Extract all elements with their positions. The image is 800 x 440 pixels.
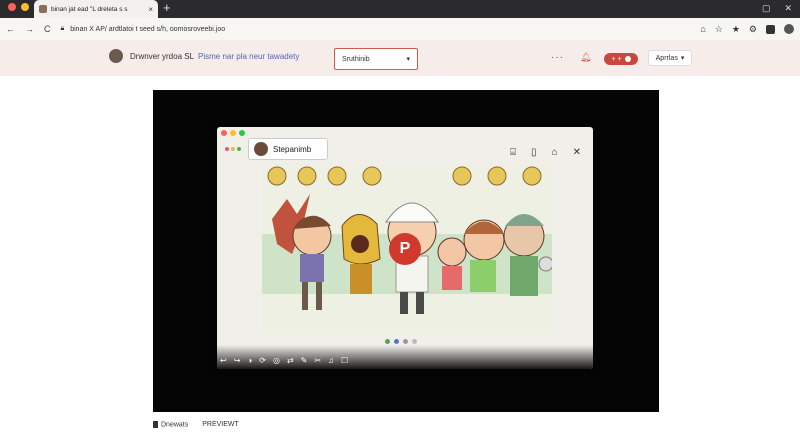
preview-header-icons: ⌸ ▯ ⌂ ✕	[510, 147, 581, 158]
fullscreen-icon[interactable]: ☐	[341, 356, 348, 365]
tab-close-icon[interactable]: ×	[148, 5, 153, 14]
browser-chrome: binan jat ead "L dreleta s s × + ▢ ✕ ← →…	[0, 0, 800, 40]
site-short: SL	[184, 52, 195, 61]
close-window-icon[interactable]	[8, 3, 16, 11]
star-icon[interactable]: ★	[732, 24, 740, 35]
site-logo[interactable]	[109, 49, 123, 63]
chevron-down-icon: ▾	[680, 55, 685, 62]
lock-icon: 🔒︎	[60, 25, 65, 32]
undo-icon[interactable]: ↩	[220, 356, 227, 365]
close-window-icon[interactable]	[221, 130, 227, 136]
edit-icon[interactable]: ✎	[301, 356, 308, 365]
browser-tab[interactable]: binan jat ead "L dreleta s s ×	[34, 0, 158, 18]
site-name-text: Drwnver yrdoa	[130, 52, 183, 61]
create-badge-icon	[624, 56, 631, 62]
select-value: Sruthinib	[342, 55, 370, 63]
create-button[interactable]: + +	[604, 53, 638, 65]
browser-toolbar: ← → C 🔒︎ binan X AP/ ardtlatoi t seed s/…	[0, 18, 800, 40]
toolbar-icons: ⌂ ☆ ★ ⚙	[700, 24, 794, 35]
site-header: Drwnver yrdoa SL Pisme nar pla neur tawa…	[0, 40, 800, 76]
address-bar[interactable]: 🔒︎ binan X AP/ ardtlatoi t seed s/h, oom…	[61, 25, 691, 33]
caption-icon[interactable]: ⌸	[510, 147, 516, 158]
back-icon[interactable]: ←	[6, 24, 15, 34]
swap-icon[interactable]: ⇄	[287, 356, 294, 365]
refresh-icon[interactable]: ⟳	[259, 356, 266, 365]
carousel-dots[interactable]	[385, 339, 417, 344]
footer-item-downloads[interactable]: Dnewats	[153, 421, 188, 428]
address-text: binan X AP/ ardtlatoi t seed s/h, oomosr…	[70, 25, 226, 33]
preview-window-controls	[221, 130, 245, 136]
site-name[interactable]: Drwnver yrdoa SL	[130, 52, 194, 61]
more-options-icon[interactable]: ···	[551, 52, 564, 63]
create-button-label: + +	[611, 55, 622, 63]
tab-favicon-icon	[39, 5, 47, 13]
notification-bell-icon[interactable]: 🔔︎	[580, 52, 591, 63]
cut-icon[interactable]: ✂	[314, 356, 321, 365]
restore-icon[interactable]: ▢	[762, 3, 771, 14]
settings-icon[interactable]: ⚙	[749, 24, 757, 35]
site-tagline-link[interactable]: Pisme nar pla neur tawadety	[198, 52, 299, 61]
profile-avatar[interactable]	[784, 24, 794, 34]
player-control-bar: ↩ ↪ ◑ ⟳ ◎ ⇄ ✎ ✂ ♫ ☐	[217, 345, 593, 369]
music-icon[interactable]: ♫	[328, 356, 334, 365]
category-select[interactable]: Sruthinib ▾	[334, 48, 418, 70]
home-icon[interactable]: ⌂	[700, 24, 705, 34]
footer-item-downloads-label: Dnewats	[161, 421, 189, 429]
chevron-down-icon: ▾	[406, 56, 410, 63]
play-button[interactable]: P	[389, 233, 421, 265]
window-buttons: ▢ ✕	[762, 3, 792, 14]
phone-icon[interactable]: ▯	[531, 147, 537, 158]
preview-window: Stepanimb ⌸ ▯ ⌂ ✕ P ↩ ↪ ◑ ⟳ ◎ ⇄ ✎ ✂ ♫ ☐	[217, 127, 593, 369]
minimize-window-icon[interactable]	[21, 3, 29, 11]
channel-avatar	[254, 142, 268, 156]
redo-icon[interactable]: ↪	[234, 356, 241, 365]
preview-status-dots	[225, 147, 241, 151]
close-icon[interactable]: ✕	[573, 147, 581, 158]
channel-name: Stepanimb	[273, 144, 312, 154]
bookmark-icon[interactable]: ☆	[715, 24, 723, 35]
contrast-icon[interactable]: ◑	[247, 356, 252, 365]
account-menu[interactable]: Aprrlas ▾	[648, 50, 692, 66]
tab-title: binan jat ead "L dreleta s s	[51, 5, 128, 13]
account-label: Aprrlas	[655, 54, 678, 62]
maximize-window-icon[interactable]	[239, 130, 245, 136]
play-button-label: P	[399, 240, 411, 257]
home-icon[interactable]: ⌂	[552, 147, 558, 158]
player-footer: Dnewats PREVIEWT	[153, 421, 239, 428]
close-icon[interactable]: ✕	[784, 3, 792, 14]
minimize-window-icon[interactable]	[230, 130, 236, 136]
new-tab-button[interactable]: +	[163, 1, 171, 15]
document-icon	[153, 421, 158, 428]
footer-item-preview[interactable]: PREVIEWT	[202, 421, 239, 428]
forward-icon[interactable]: →	[25, 24, 34, 34]
reload-icon[interactable]: C	[44, 24, 51, 34]
channel-chip[interactable]: Stepanimb	[248, 138, 328, 160]
extension-icon[interactable]	[766, 24, 775, 34]
target-icon[interactable]: ◎	[273, 356, 280, 365]
